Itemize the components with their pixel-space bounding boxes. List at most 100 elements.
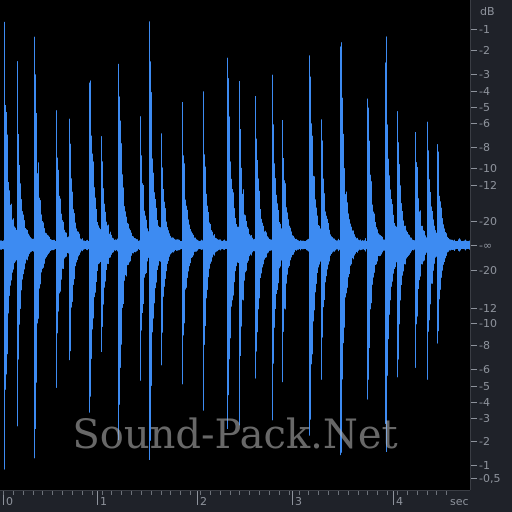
db-tick xyxy=(471,345,477,346)
db-label: -4 xyxy=(479,85,490,98)
time-minor-tick xyxy=(160,491,162,495)
time-minor-tick xyxy=(190,491,192,495)
time-label: 4 xyxy=(396,495,403,508)
db-label: -1 xyxy=(479,23,490,36)
db-label: -5 xyxy=(479,101,490,114)
db-tick xyxy=(471,418,477,419)
db-tick xyxy=(471,168,477,169)
db-tick xyxy=(471,74,477,75)
db-label: -12 xyxy=(479,302,497,315)
time-minor-tick xyxy=(446,491,448,495)
time-minor-tick xyxy=(347,491,349,495)
time-minor-tick xyxy=(406,491,408,495)
db-tick xyxy=(471,123,477,124)
time-minor-tick xyxy=(308,491,310,495)
time-minor-tick xyxy=(101,491,103,495)
time-minor-tick xyxy=(318,491,320,495)
time-minor-tick xyxy=(416,491,418,495)
waveform-editor: Sound-Pack.Net dB -1 -2 -3 -4 -5 -6 -8 -… xyxy=(0,0,512,512)
time-minor-tick xyxy=(62,491,64,495)
time-tick xyxy=(97,491,98,505)
time-label: 2 xyxy=(200,495,207,508)
time-label: 0 xyxy=(6,495,13,508)
db-tick xyxy=(471,245,477,246)
db-tick xyxy=(471,50,477,51)
time-minor-tick xyxy=(209,491,211,495)
db-tick xyxy=(471,323,477,324)
time-minor-tick xyxy=(357,491,359,495)
db-tick xyxy=(471,478,477,479)
db-tick xyxy=(471,185,477,186)
db-tick xyxy=(471,29,477,30)
db-label: -8 xyxy=(479,141,490,154)
time-minor-tick xyxy=(170,491,172,495)
time-minor-tick xyxy=(337,491,339,495)
time-minor-tick xyxy=(32,491,34,495)
time-minor-tick xyxy=(52,491,54,495)
db-label: -5 xyxy=(479,380,490,393)
db-tick xyxy=(471,270,477,271)
time-minor-tick xyxy=(81,491,83,495)
time-minor-tick xyxy=(111,491,113,495)
db-label: -8 xyxy=(479,339,490,352)
db-label: -12 xyxy=(479,179,497,192)
db-label: -6 xyxy=(479,117,490,130)
db-tick xyxy=(471,147,477,148)
waveform-graph[interactable] xyxy=(0,0,470,490)
time-minor-tick xyxy=(377,491,379,495)
db-label: -20 xyxy=(479,215,497,228)
time-minor-tick xyxy=(131,491,133,495)
db-label: -10 xyxy=(479,162,497,175)
db-tick xyxy=(471,386,477,387)
db-label: -20 xyxy=(479,264,497,277)
waveform-view[interactable]: Sound-Pack.Net xyxy=(0,0,470,490)
time-minor-tick xyxy=(268,491,270,495)
time-unit-label: sec xyxy=(450,495,469,508)
time-minor-tick xyxy=(239,491,241,495)
db-tick xyxy=(471,308,477,309)
time-minor-tick xyxy=(42,491,44,495)
db-tick xyxy=(471,402,477,403)
db-tick xyxy=(471,91,477,92)
time-minor-tick xyxy=(328,491,330,495)
db-label: -10 xyxy=(479,317,497,330)
db-label: -0,5 xyxy=(479,472,501,485)
db-label: -4 xyxy=(479,396,490,409)
time-minor-tick xyxy=(426,491,428,495)
time-minor-tick xyxy=(180,491,182,495)
db-tick xyxy=(471,107,477,108)
db-unit-label: dB xyxy=(480,5,495,18)
db-label: -3 xyxy=(479,68,490,81)
db-ruler: dB -1 -2 -3 -4 -5 -6 -8 -10 -12 -20 -∞ -… xyxy=(470,0,512,490)
time-minor-tick xyxy=(387,491,389,495)
db-label: -1 xyxy=(479,459,490,472)
time-minor-tick xyxy=(298,491,300,495)
time-minor-tick xyxy=(278,491,280,495)
time-minor-tick xyxy=(140,491,142,495)
time-minor-tick xyxy=(436,491,438,495)
db-label: -2 xyxy=(479,44,490,57)
time-minor-tick xyxy=(249,491,251,495)
time-minor-tick xyxy=(367,491,369,495)
time-minor-tick xyxy=(121,491,123,495)
db-tick xyxy=(471,465,477,466)
ruler-corner xyxy=(470,490,512,512)
time-tick xyxy=(393,491,394,505)
time-label: 3 xyxy=(295,495,302,508)
time-tick xyxy=(292,491,293,505)
time-minor-tick xyxy=(259,491,261,495)
time-minor-tick xyxy=(71,491,73,495)
time-tick xyxy=(197,491,198,505)
db-tick xyxy=(471,441,477,442)
time-minor-tick xyxy=(397,491,398,495)
time-minor-tick xyxy=(150,491,152,495)
db-label: -6 xyxy=(479,363,490,376)
time-minor-tick xyxy=(12,491,14,495)
time-minor-tick xyxy=(91,491,93,495)
db-tick xyxy=(471,221,477,222)
db-tick xyxy=(471,369,477,370)
db-label: -3 xyxy=(479,412,490,425)
time-minor-tick xyxy=(288,491,290,495)
db-label-infinity: -∞ xyxy=(479,239,493,252)
time-minor-tick xyxy=(219,491,221,495)
